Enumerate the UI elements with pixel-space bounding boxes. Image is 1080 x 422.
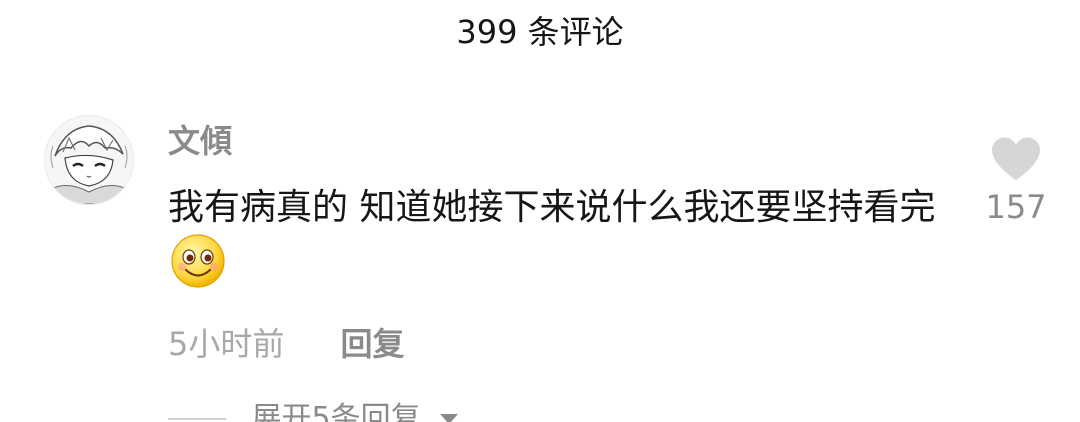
chevron-down-icon[interactable]	[438, 412, 460, 422]
heart-icon[interactable]	[990, 136, 1042, 182]
reply-button[interactable]: 回复	[341, 322, 405, 366]
like-count: 157	[985, 188, 1047, 226]
comment-meta: 5小时前 回复	[168, 322, 405, 366]
avatar[interactable]	[44, 115, 134, 205]
comment-username[interactable]: 文傾	[168, 120, 232, 162]
expand-replies-row[interactable]: 展开5条回复	[168, 398, 460, 422]
comment-count-title: 399 条评论	[456, 13, 624, 51]
comment-text: 我有病真的 知道她接下来说什么我还要坚持看完	[168, 187, 936, 228]
anime-avatar-image	[45, 116, 133, 204]
like-group[interactable]: 157	[984, 136, 1048, 226]
expand-divider	[168, 417, 226, 420]
expand-replies-button[interactable]: 展开5条回复	[252, 399, 421, 422]
smiling-face-emoji-icon	[170, 233, 226, 289]
comment-body: 我有病真的 知道她接下来说什么我还要坚持看完	[168, 180, 958, 292]
comment-panel: 399 条评论 文傾 我有病真的 知道她接下来说什么我还要坚持看完 5小时前 回…	[0, 0, 1080, 422]
comment-timestamp: 5小时前	[168, 325, 285, 363]
